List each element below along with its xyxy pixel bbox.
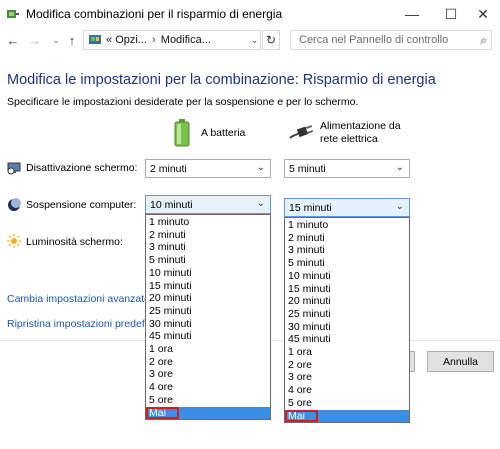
dropdown-option[interactable]: 20 minuti: [285, 295, 409, 308]
window-title: Modifica combinazioni per il risparmio d…: [26, 7, 283, 21]
address-bar[interactable]: « Opzi... › Modifica...: [83, 30, 261, 50]
page-title: Modifica le impostazioni per la combinaz…: [7, 72, 436, 88]
monitor-clock-icon: [7, 162, 21, 175]
recent-locations-chevron-icon[interactable]: ⌄: [48, 32, 64, 48]
address-dropdown-icon[interactable]: ⌄: [248, 30, 261, 50]
dropdown-option[interactable]: 15 minuti: [146, 280, 270, 293]
title-bar: Modifica combinazioni per il risparmio d…: [0, 0, 500, 28]
breadcrumb-item-edit-plan[interactable]: Modifica...: [161, 34, 211, 46]
sleep-label: Sospensione computer:: [26, 199, 137, 211]
chevron-down-icon: ⌄: [395, 201, 404, 212]
breadcrumb-item-power-options[interactable]: Opzi...: [115, 34, 147, 46]
dropdown-option[interactable]: 4 ore: [285, 384, 409, 397]
dropdown-option[interactable]: 45 minuti: [285, 333, 409, 346]
dropdown-option[interactable]: 3 ore: [146, 368, 270, 381]
ac-power-column-header: Alimentazione da rete elettrica: [320, 120, 401, 146]
search-input[interactable]: Cerca nel Pannello di controllo ⌕: [290, 30, 492, 50]
dropdown-option[interactable]: 10 minuti: [285, 270, 409, 283]
battery-icon: [174, 119, 190, 147]
cancel-button[interactable]: Annulla: [427, 351, 494, 372]
breadcrumb-separator: ›: [152, 34, 156, 46]
dropdown-option[interactable]: 15 minuti: [285, 283, 409, 296]
dropdown-option[interactable]: 5 ore: [146, 394, 270, 407]
dropdown-option[interactable]: 30 minuti: [285, 321, 409, 334]
dropdown-option[interactable]: 3 minuti: [285, 244, 409, 257]
control-panel-icon: [89, 35, 101, 44]
page-description: Specificare le impostazioni desiderate p…: [7, 96, 359, 108]
sleep-battery-value: 10 minuti: [150, 199, 193, 211]
sleep-battery-select[interactable]: 10 minuti ⌄: [145, 195, 271, 214]
dropdown-option[interactable]: 45 minuti: [146, 330, 270, 343]
dropdown-option[interactable]: 20 minuti: [146, 292, 270, 305]
sleep-ac-select[interactable]: 15 minuti ⌄: [284, 198, 410, 217]
breadcrumb: « Opzi... › Modifica...: [106, 34, 211, 46]
dropdown-option[interactable]: 25 minuti: [146, 305, 270, 318]
display-off-label: Disattivazione schermo:: [26, 162, 138, 174]
dropdown-option[interactable]: 10 minuti: [146, 267, 270, 280]
power-plug-icon: [289, 125, 314, 139]
dropdown-option[interactable]: Mai: [146, 406, 270, 419]
power-options-icon: [7, 10, 19, 18]
dropdown-option[interactable]: 3 ore: [285, 371, 409, 384]
chevron-down-icon: ⌄: [256, 198, 265, 209]
restore-defaults-link[interactable]: Ripristina impostazioni predefin: [7, 318, 153, 330]
display-off-battery-select[interactable]: 2 minuti ⌄: [145, 159, 271, 178]
brightness-sun-icon: [7, 234, 21, 248]
chevron-down-icon: ⌄: [256, 162, 265, 173]
highlighted-option-box: [146, 406, 179, 419]
highlighted-option-box: [285, 409, 318, 422]
dropdown-option[interactable]: Mai: [285, 409, 409, 422]
battery-column-header: A batteria: [201, 127, 246, 139]
dropdown-option[interactable]: 1 minuto: [285, 219, 409, 232]
dropdown-option[interactable]: 4 ore: [146, 381, 270, 394]
display-off-ac-select[interactable]: 5 minuti ⌄: [284, 159, 410, 178]
display-off-battery-value: 2 minuti: [150, 163, 187, 175]
advanced-settings-link[interactable]: Cambia impostazioni avanzate: [7, 293, 150, 305]
dropdown-option[interactable]: 2 minuti: [146, 229, 270, 242]
moon-icon: [8, 198, 21, 211]
display-off-ac-value: 5 minuti: [289, 163, 326, 175]
dropdown-option[interactable]: 1 ora: [285, 346, 409, 359]
dropdown-option[interactable]: 2 minuti: [285, 232, 409, 245]
dropdown-option[interactable]: 2 ore: [146, 356, 270, 369]
minimize-button[interactable]: —: [395, 0, 429, 28]
dropdown-option[interactable]: 5 minuti: [285, 257, 409, 270]
dropdown-option[interactable]: 30 minuti: [146, 318, 270, 331]
refresh-icon[interactable]: ↻: [262, 30, 280, 50]
ac-label-line2: rete elettrica: [320, 133, 378, 145]
dropdown-option[interactable]: 25 minuti: [285, 308, 409, 321]
forward-arrow-icon[interactable]: →: [27, 32, 43, 48]
dropdown-option[interactable]: 1 minuto: [146, 216, 270, 229]
dropdown-option[interactable]: 2 ore: [285, 359, 409, 372]
maximize-button[interactable]: ☐: [434, 0, 468, 28]
close-button[interactable]: ✕: [466, 0, 500, 28]
sleep-ac-value: 15 minuti: [289, 202, 332, 214]
ac-label-line1: Alimentazione da: [320, 120, 401, 132]
back-arrow-icon[interactable]: ←: [5, 32, 21, 48]
search-icon: ⌕: [480, 33, 487, 47]
breadcrumb-overflow[interactable]: «: [106, 34, 112, 46]
dropdown-option[interactable]: 5 ore: [285, 397, 409, 410]
sleep-ac-options-list: 1 minuto 2 minuti 3 minuti 5 minuti 10 minut…: [284, 217, 410, 423]
dropdown-option[interactable]: 3 minuti: [146, 241, 270, 254]
chevron-down-icon: ⌄: [395, 162, 404, 173]
dropdown-option[interactable]: 5 minuti: [146, 254, 270, 267]
dropdown-option[interactable]: 1 ora: [146, 343, 270, 356]
brightness-label: Luminosità schermo:: [26, 236, 123, 248]
search-placeholder: Cerca nel Pannello di controllo: [299, 34, 449, 46]
sleep-battery-options-list: 1 minuto 2 minuti 3 minuti 5 minuti 10 minut…: [145, 214, 271, 420]
up-arrow-icon[interactable]: ↑: [64, 32, 80, 48]
